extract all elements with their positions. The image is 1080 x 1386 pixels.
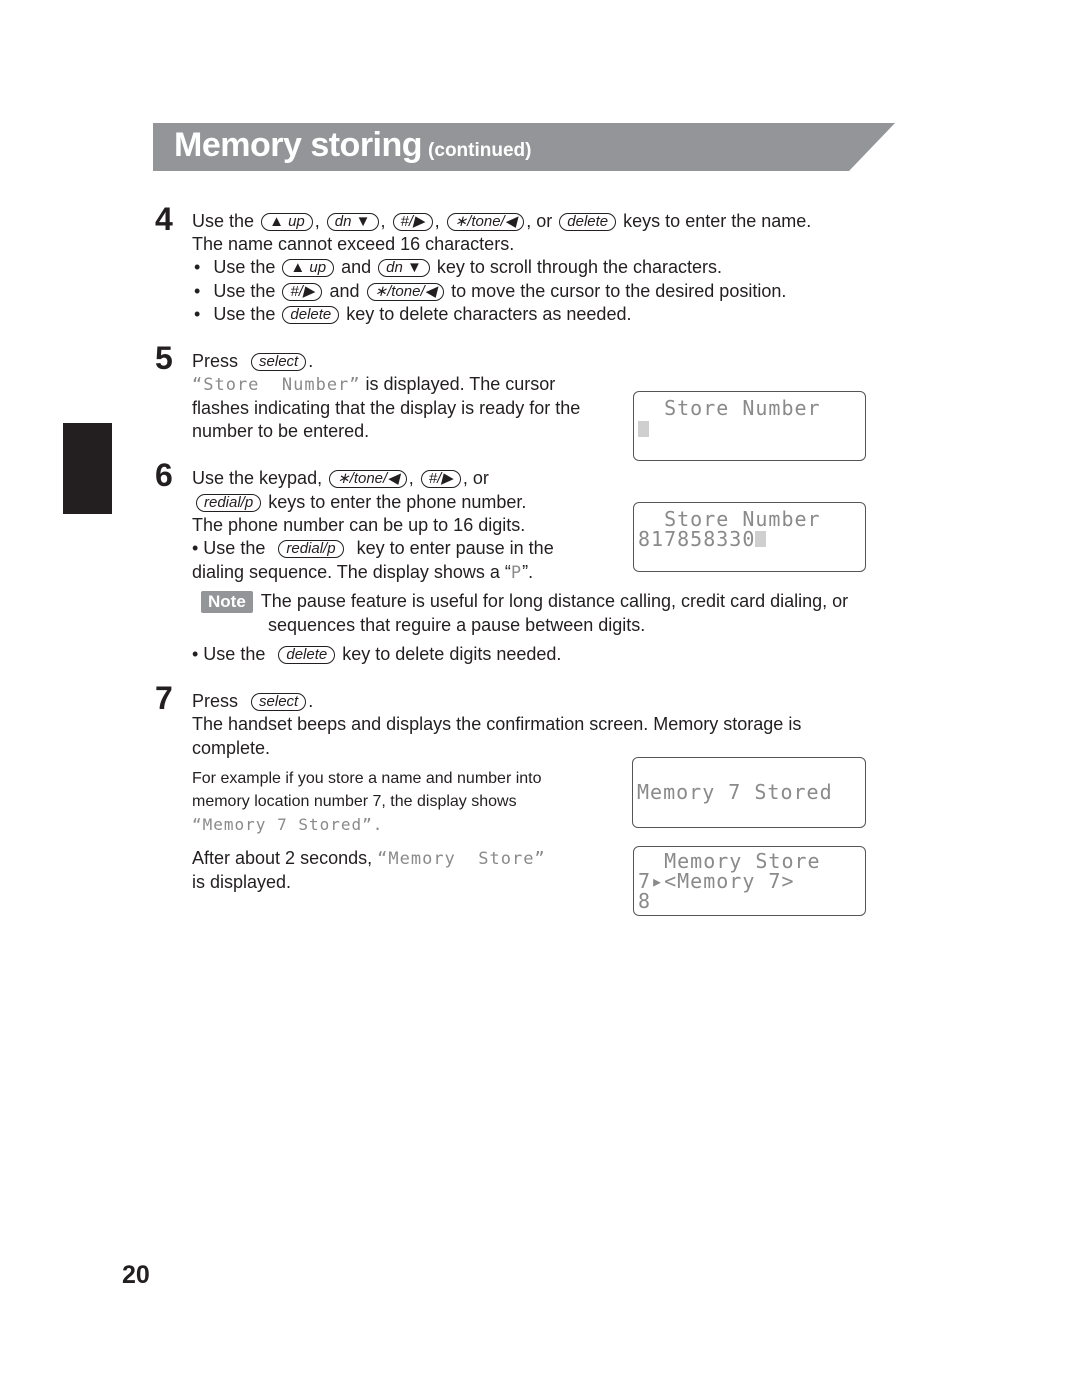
delete-key-icon: delete xyxy=(559,213,617,231)
step7-line3: complete. xyxy=(192,738,271,758)
page-number: 20 xyxy=(122,1261,150,1289)
note-line1: Note The pause feature is useful for lon… xyxy=(201,590,848,613)
step4-line1: Use the ▲ up, dn ▼, #/▶, ∗/tone/◀, or de… xyxy=(192,211,812,231)
star-tone-left-key-icon: ∗/tone/◀ xyxy=(329,470,407,488)
delete-key-icon: delete xyxy=(278,646,336,664)
step4-bullet3: Use the delete key to delete characters … xyxy=(194,303,631,326)
star-tone-left-key-icon: ∗/tone/◀ xyxy=(366,283,445,301)
redial-pause-key-icon: redial/p xyxy=(196,494,262,512)
page-title: Memory storing xyxy=(174,126,423,164)
lcd-display-store-number: Store Number xyxy=(633,391,866,461)
step6-line5: dialing sequence. The display shows a “P… xyxy=(192,562,534,583)
step4-line2: The name cannot exceed 16 characters. xyxy=(192,234,515,254)
star-tone-left-key-icon: ∗/tone/◀ xyxy=(446,213,525,231)
step-number: 7 xyxy=(155,680,173,716)
page-subtitle: (continued) xyxy=(428,140,532,161)
lcd-row-1: Memory Store xyxy=(638,849,821,873)
lcd-pause-glyph: P xyxy=(510,563,523,583)
select-key-icon: select xyxy=(251,353,307,371)
after-line1: After about 2 seconds, “Memory Store” xyxy=(192,848,546,869)
step-number: 4 xyxy=(155,201,173,237)
step5-line2: “Store Number” is displayed. The cursor xyxy=(192,374,556,395)
step5-line3: flashes indicating that the display is r… xyxy=(192,398,581,418)
lcd-row-1: Memory 7 Stored xyxy=(637,780,833,804)
step6-line1: Use the keypad, ∗/tone/◀, #/▶, or xyxy=(192,468,489,488)
lcd-row-2: 7▸<Memory 7> xyxy=(638,869,795,893)
step6-line2: redial/p keys to enter the phone number. xyxy=(194,491,526,514)
step6-bullet1: • Use the redial/p key to enter pause in… xyxy=(192,538,554,558)
redial-pause-key-icon: redial/p xyxy=(278,540,344,558)
step-number: 5 xyxy=(155,340,173,376)
note-line2: sequences that reguire a pause between d… xyxy=(268,615,646,635)
after-line2: is displayed. xyxy=(192,872,292,892)
step-number: 6 xyxy=(155,457,173,493)
step4-bullet1: Use the ▲ up and dn ▼ key to scroll thro… xyxy=(194,256,722,279)
lcd-row-1: Store Number xyxy=(638,396,821,420)
step5-line4: number to be entered. xyxy=(192,421,370,441)
section-header: Memory storing (continued) xyxy=(153,123,895,171)
chapter-tab xyxy=(63,423,112,514)
lcd-display-memory-store: Memory Store 7▸<Memory 7> 8 xyxy=(633,846,866,916)
step5-line1: Press select. xyxy=(192,351,314,371)
lcd-display-number-entry: Store Number 817858330 xyxy=(633,502,866,572)
example-line1: For example if you store a name and numb… xyxy=(192,770,542,787)
step4-bullet2: Use the #/▶ and ∗/tone/◀ to move the cur… xyxy=(194,280,786,303)
example-line2: memory location number 7, the display sh… xyxy=(192,793,517,810)
select-key-icon: select xyxy=(251,693,307,711)
hash-right-key-icon: #/▶ xyxy=(282,283,323,301)
example-line3: “Memory 7 Stored”. xyxy=(192,815,384,834)
lcd-row-2 xyxy=(638,419,649,439)
hash-right-key-icon: #/▶ xyxy=(420,470,461,488)
step7-line1: Press select. xyxy=(192,691,314,711)
down-key-icon: dn ▼ xyxy=(378,259,430,277)
delete-key-icon: delete xyxy=(282,306,340,324)
lcd-row-2: 817858330 xyxy=(638,529,767,549)
up-key-icon: ▲ up xyxy=(261,213,313,231)
note-badge: Note xyxy=(201,591,253,613)
step6-line3: The phone number can be up to 16 digits. xyxy=(192,515,526,535)
lcd-display-memory-stored: Memory 7 Stored xyxy=(632,757,866,828)
step6-bullet2: • Use the delete key to delete digits ne… xyxy=(192,644,562,664)
cursor-block xyxy=(755,531,767,547)
lcd-text-inline: “Store Number” xyxy=(192,375,361,395)
cursor-block xyxy=(638,421,649,437)
lcd-row-1: Store Number xyxy=(638,507,821,531)
step7-line2: The handset beeps and displays the confi… xyxy=(192,714,802,734)
lcd-row-3: 8 xyxy=(638,889,652,913)
up-key-icon: ▲ up xyxy=(282,259,335,277)
down-key-icon: dn ▼ xyxy=(326,213,379,231)
hash-right-key-icon: #/▶ xyxy=(392,213,433,231)
